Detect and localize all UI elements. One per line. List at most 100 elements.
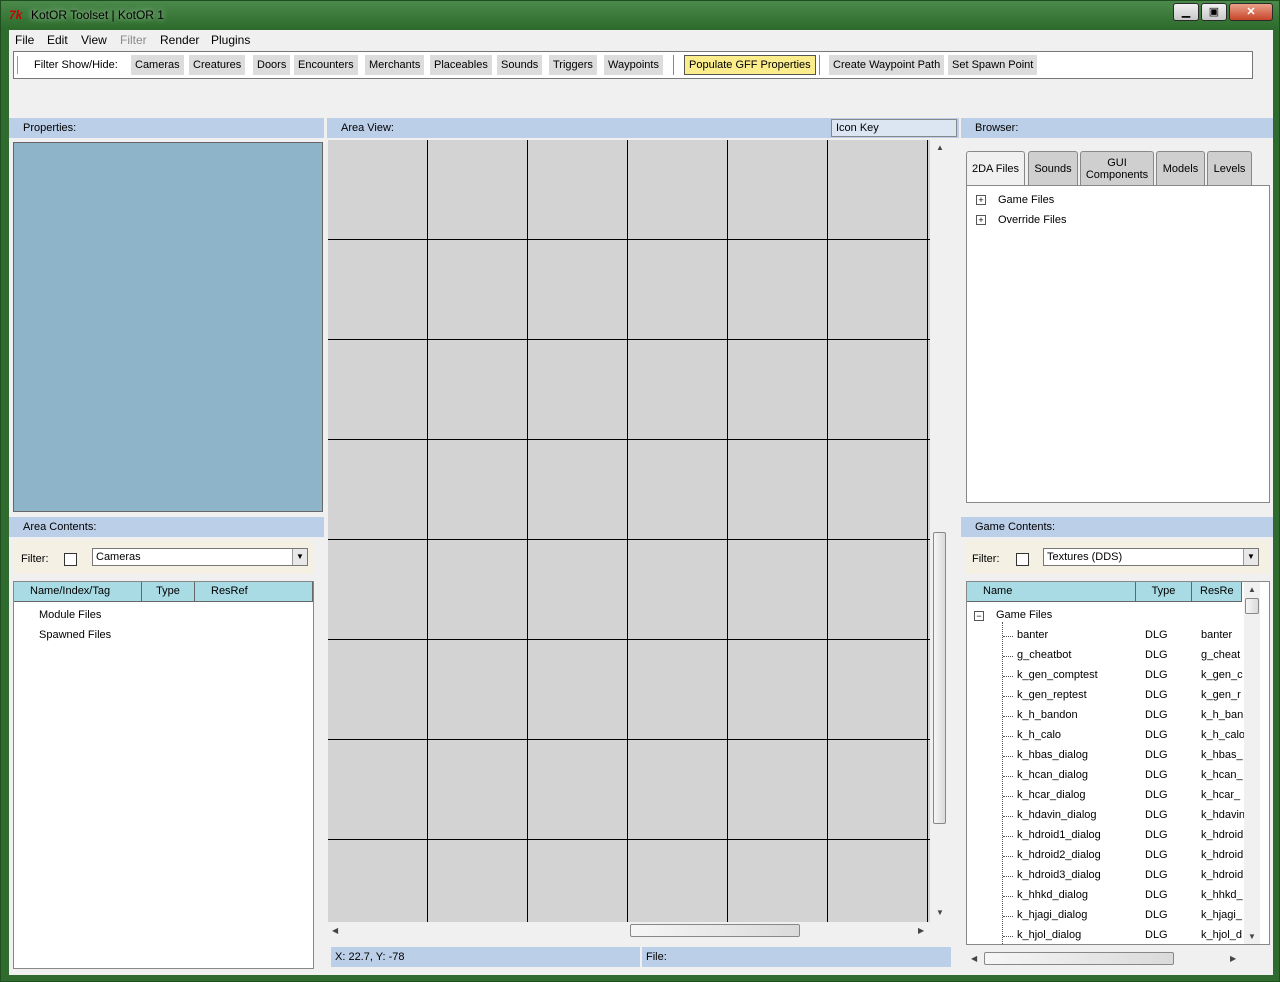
tree-item-module-files[interactable]: Module Files (39, 609, 101, 621)
table-row[interactable]: k_hcar_dialog DLG k_hcar_ (967, 789, 1243, 809)
icon-key-button[interactable]: Icon Key (831, 119, 957, 137)
table-row[interactable]: k_h_bandon DLG k_h_ban (967, 709, 1243, 729)
filter-sounds-button[interactable]: Sounds (497, 55, 543, 75)
table-row[interactable]: k_hbas_dialog DLG k_hbas_ (967, 749, 1243, 769)
game-contents-hscroll-thumb[interactable] (984, 952, 1174, 965)
menu-view[interactable]: View (81, 33, 107, 47)
scroll-up-arrow-icon[interactable]: ▲ (936, 143, 944, 152)
menu-file[interactable]: File (15, 33, 34, 47)
game-filter-checkbox[interactable] (1016, 553, 1029, 566)
tab-models[interactable]: Models (1156, 151, 1205, 185)
area-view-vscroll-thumb[interactable] (933, 532, 946, 824)
filter-cameras-button[interactable]: Cameras (131, 55, 184, 75)
tab-sounds[interactable]: Sounds (1028, 151, 1078, 185)
filter-waypoints-button[interactable]: Waypoints (604, 55, 663, 75)
row-type: DLG (1145, 869, 1168, 881)
browser-tree[interactable]: + Game Files + Override Files (966, 185, 1270, 503)
create-waypoint-path-button[interactable]: Create Waypoint Path (829, 55, 945, 75)
menu-filter[interactable]: Filter (120, 33, 147, 47)
properties-panel[interactable] (13, 142, 323, 512)
row-resref: k_gen_c (1201, 669, 1243, 681)
game-contents-vscroll-thumb[interactable] (1245, 598, 1259, 614)
close-button[interactable]: ✕ (1229, 3, 1273, 21)
filter-creatures-button[interactable]: Creatures (189, 55, 246, 75)
table-row[interactable]: k_gen_comptest DLG k_gen_c (967, 669, 1243, 689)
area-contents-list[interactable]: Name/Index/Tag Type ResRef Module Files … (13, 581, 314, 969)
scroll-right-arrow-icon[interactable]: ▶ (1230, 954, 1236, 963)
scroll-right-arrow-icon[interactable]: ▶ (918, 926, 924, 935)
col-resref[interactable]: ResRe (1192, 582, 1242, 602)
tab-2da-files[interactable]: 2DA Files (966, 151, 1025, 185)
tree-item-game-files[interactable]: Game Files (998, 194, 1054, 206)
tree-item-spawned-files[interactable]: Spawned Files (39, 629, 111, 641)
table-row[interactable]: g_cheatbot DLG g_cheat (967, 649, 1243, 669)
toolbar-grip[interactable] (17, 56, 21, 74)
col-type[interactable]: Type (142, 582, 195, 602)
col-name-index-tag[interactable]: Name/Index/Tag (14, 582, 142, 602)
table-row[interactable]: k_hdroid3_dialog DLG k_hdroid (967, 869, 1243, 889)
area-view-hscrollbar[interactable]: ◀ ▶ (328, 922, 930, 939)
table-row[interactable]: k_hcan_dialog DLG k_hcan_ (967, 769, 1243, 789)
menu-edit[interactable]: Edit (47, 33, 68, 47)
area-view-vscrollbar[interactable]: ▲ ▼ (931, 140, 948, 922)
filter-doors-button[interactable]: Doors (253, 55, 291, 75)
table-row[interactable]: k_hdavin_dialog DLG k_hdavin (967, 809, 1245, 829)
tab-gui-components[interactable]: GUI Components (1080, 151, 1154, 185)
populate-gff-properties-button[interactable]: Populate GFF Properties (684, 55, 816, 75)
maximize-button[interactable]: ▣ (1201, 3, 1227, 21)
plus-expander-icon[interactable]: + (976, 215, 986, 225)
filter-triggers-button[interactable]: Triggers (549, 55, 597, 75)
table-row[interactable]: k_hjagi_dialog DLG k_hjagi_ (967, 909, 1243, 929)
game-contents-vscrollbar[interactable]: ▲ ▼ (1244, 582, 1260, 944)
filter-merchants-button[interactable]: Merchants (365, 55, 425, 75)
table-row[interactable]: k_hhkd_dialog DLG k_hhkd_ (967, 889, 1243, 909)
chevron-down-icon[interactable]: ▼ (1243, 549, 1258, 565)
tree-item-override-files[interactable]: Override Files (998, 214, 1066, 226)
scroll-left-arrow-icon[interactable]: ◀ (332, 926, 338, 935)
menu-plugins[interactable]: Plugins (211, 33, 250, 47)
minimize-button[interactable]: ▁ (1173, 3, 1199, 21)
game-contents-hscrollbar[interactable]: ◀ ▶ (966, 950, 1270, 967)
col-resref[interactable]: ResRef (195, 582, 313, 602)
tree-branch-line (1003, 916, 1013, 917)
col-name[interactable]: Name (967, 582, 1136, 602)
tree-item-game-files[interactable]: Game Files (996, 609, 1052, 621)
filter-placeables-button[interactable]: Placeables (430, 55, 492, 75)
minus-expander-icon[interactable]: − (974, 611, 984, 621)
game-filter-label: Filter: (972, 553, 1000, 565)
scroll-left-arrow-icon[interactable]: ◀ (971, 954, 977, 963)
filter-encounters-button[interactable]: Encounters (294, 55, 358, 75)
grid-line (727, 140, 728, 922)
area-filter-select[interactable]: Cameras ▼ (92, 548, 308, 566)
table-row[interactable]: k_hjol_dialog DLG k_hjol_d (967, 929, 1243, 944)
row-type: DLG (1145, 769, 1168, 781)
menu-render[interactable]: Render (160, 33, 199, 47)
game-filter-row: Filter: Textures (DDS) ▼ (966, 540, 1269, 574)
game-filter-select[interactable]: Textures (DDS) ▼ (1043, 548, 1259, 566)
grid-line (328, 739, 930, 740)
game-contents-list[interactable]: Name Type ResRe − Game Files banter DLG ba… (966, 581, 1270, 945)
area-filter-checkbox[interactable] (64, 553, 77, 566)
tree-branch-line (1003, 796, 1013, 797)
menu-bar: File Edit View Filter Render Plugins (9, 30, 1273, 50)
area-view-hscroll-thumb[interactable] (630, 924, 800, 937)
row-type: DLG (1145, 729, 1168, 741)
table-row[interactable]: k_hdroid2_dialog DLG k_hdroid (967, 849, 1243, 869)
table-row[interactable]: k_gen_reptest DLG k_gen_r (967, 689, 1243, 709)
tab-levels[interactable]: Levels (1207, 151, 1252, 185)
title-bar[interactable]: 7k KotOR Toolset | KotOR 1 ▁ ▣ ✕ (1, 1, 1279, 29)
scroll-down-arrow-icon[interactable]: ▼ (1248, 932, 1256, 941)
table-row[interactable]: banter DLG banter (967, 629, 1243, 649)
plus-expander-icon[interactable]: + (976, 195, 986, 205)
scroll-up-arrow-icon[interactable]: ▲ (1248, 585, 1256, 594)
chevron-down-icon[interactable]: ▼ (292, 549, 307, 565)
table-row[interactable]: k_hdroid1_dialog DLG k_hdroid (967, 829, 1243, 849)
tree-branch-line (1003, 816, 1013, 817)
col-type[interactable]: Type (1136, 582, 1192, 602)
table-row[interactable]: k_h_calo DLG k_h_calo (967, 729, 1245, 749)
area-view-canvas[interactable] (328, 140, 930, 922)
scroll-down-arrow-icon[interactable]: ▼ (936, 908, 944, 917)
row-type: DLG (1145, 909, 1168, 921)
row-name: k_hcan_dialog (1017, 769, 1088, 781)
set-spawn-point-button[interactable]: Set Spawn Point (948, 55, 1038, 75)
